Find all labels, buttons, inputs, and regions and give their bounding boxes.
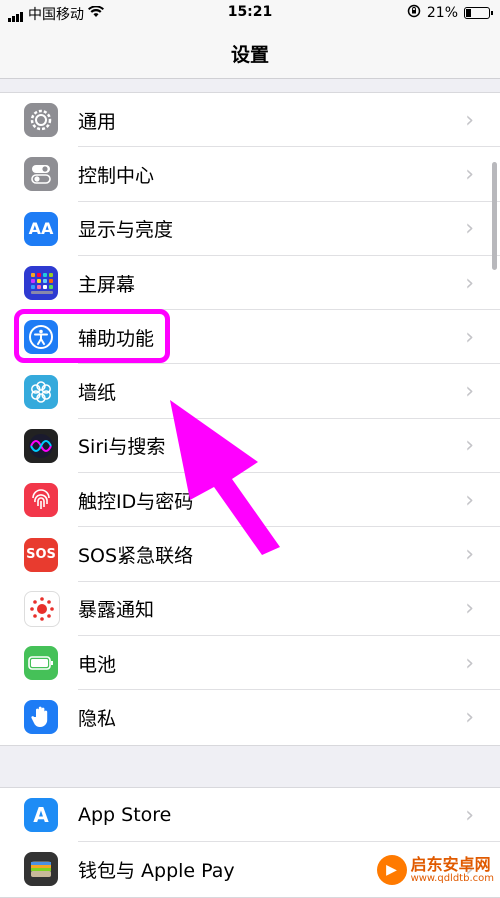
watermark-name: 启东安卓网	[410, 855, 491, 874]
annotation-arrow	[170, 400, 280, 555]
watermark-logo-icon: ▶	[376, 855, 407, 885]
watermark: ▶ 启东安卓网 www.qdldtb.com	[376, 855, 494, 885]
watermark-url: www.qdldtb.com	[410, 873, 494, 884]
